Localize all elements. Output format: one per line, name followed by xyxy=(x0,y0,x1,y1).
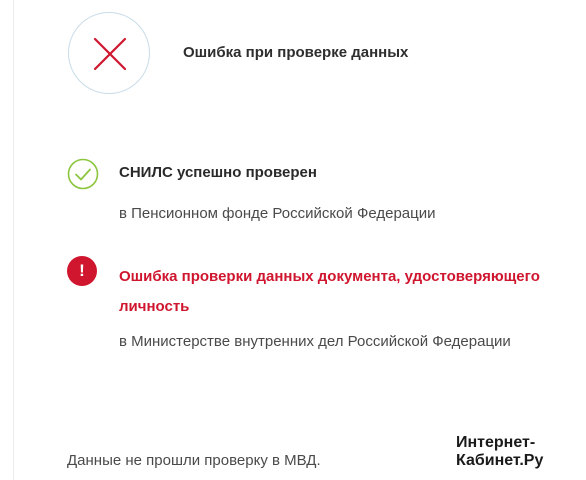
verification-result-page: Ошибка при проверке данных СНИЛС успешно… xyxy=(0,0,586,480)
page-title: Ошибка при проверке данных xyxy=(183,44,409,61)
snils-status-title: СНИЛС успешно проверен xyxy=(119,164,317,181)
panel-border xyxy=(13,0,14,480)
snils-status-source: в Пенсионном фонде Российской Федерации xyxy=(119,205,436,222)
watermark-logo: Интернет- Кабинет.Ру xyxy=(456,434,584,470)
exclamation-icon: ! xyxy=(67,256,97,286)
check-circle-icon xyxy=(67,158,99,190)
error-header-badge xyxy=(68,12,150,94)
footer-note: Данные не прошли проверку в МВД. xyxy=(67,452,321,469)
close-x-icon xyxy=(93,37,127,71)
watermark-line-1: Интернет- xyxy=(456,434,536,451)
document-error-source: в Министерстве внутренних дел Российской… xyxy=(119,333,511,350)
watermark-line-2: Кабинет.Ру xyxy=(456,452,544,469)
document-error-title: Ошибка проверки данных документа, удосто… xyxy=(119,268,540,315)
